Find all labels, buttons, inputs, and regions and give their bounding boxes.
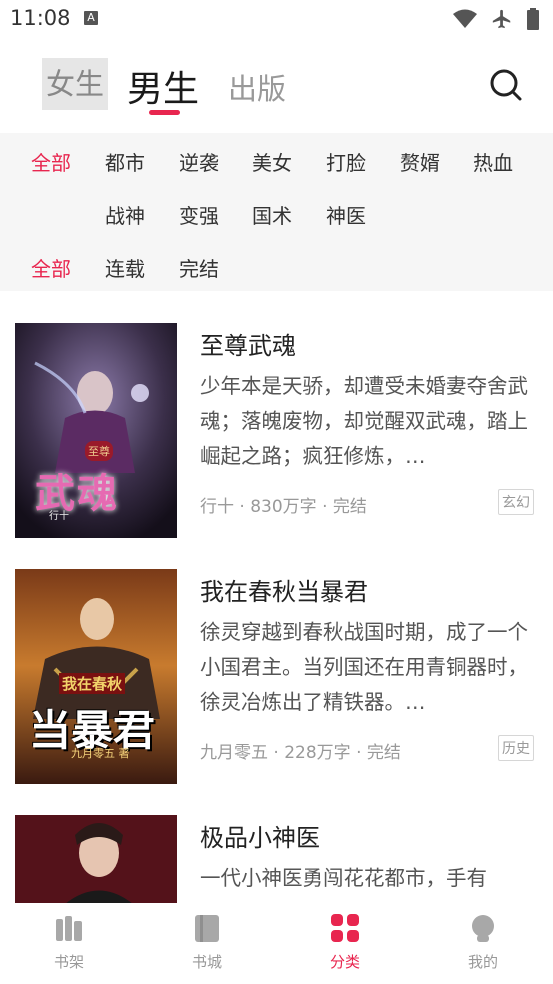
wifi-icon bbox=[453, 9, 477, 28]
book-cover[interactable]: 我在春秋 当暴君 九月零五 著 bbox=[15, 569, 177, 784]
filter-category-item[interactable]: 都市 bbox=[105, 147, 145, 176]
book-cover-art bbox=[15, 815, 177, 904]
bottom-nav: 书架 书城 分类 我的 bbox=[0, 903, 553, 984]
book-meta: 九月零五 · 228万字 · 完结 bbox=[200, 743, 401, 763]
top-tabs: 女生 男生 出版 bbox=[0, 38, 553, 133]
filter-category-item[interactable]: 美女 bbox=[252, 147, 292, 176]
bookshelf-icon bbox=[56, 916, 82, 941]
cover-author: 行十 bbox=[49, 511, 69, 522]
filter-category-item[interactable]: 逆袭 bbox=[179, 147, 219, 176]
book-title[interactable]: 至尊武魂 bbox=[200, 326, 296, 361]
filter-category-item[interactable]: 神医 bbox=[326, 200, 366, 229]
filter-category-item[interactable]: 打脸 bbox=[326, 147, 366, 176]
cover-badge: 我在春秋 bbox=[59, 673, 126, 694]
book-cover[interactable] bbox=[15, 815, 177, 904]
active-tab-indicator bbox=[149, 110, 180, 115]
nav-category[interactable]: 分类 bbox=[315, 913, 375, 972]
filter-status-completed[interactable]: 完结 bbox=[179, 253, 219, 282]
category-icon bbox=[331, 914, 359, 942]
book-description: 一代小神医勇闯花花都市，手有 bbox=[200, 866, 487, 890]
tab-girls[interactable]: 女生 bbox=[42, 58, 108, 110]
cover-author: 九月零五 著 bbox=[71, 747, 130, 760]
tab-boys[interactable]: 男生 bbox=[127, 60, 199, 112]
genre-tag: 历史 bbox=[498, 735, 534, 761]
filter-panel: 全部 都市 逆袭 美女 打脸 赘婿 热血 战神 变强 国术 神医 全部 连载 完… bbox=[0, 133, 553, 291]
nav-bookshelf[interactable]: 书架 bbox=[39, 913, 99, 972]
clock: 11:08 bbox=[10, 6, 71, 30]
filter-category-all[interactable]: 全部 bbox=[31, 147, 71, 176]
status-bar: 11:08 A bbox=[0, 0, 553, 38]
nav-profile[interactable]: 我的 bbox=[453, 913, 513, 972]
book-title[interactable]: 我在春秋当暴君 bbox=[200, 572, 368, 607]
filter-category-item[interactable]: 热血 bbox=[473, 147, 513, 176]
book-cover[interactable]: 至尊 武魂 行十 bbox=[15, 323, 177, 538]
book-description: 少年本是天骄，却遭受未婚妻夺舍武魂；落魄废物，却觉醒双武魂，踏上崛起之路；疯狂修… bbox=[200, 374, 528, 468]
tab-publishing[interactable]: 出版 bbox=[228, 66, 286, 108]
genre-tag: 玄幻 bbox=[498, 489, 534, 515]
book-description: 徐灵穿越到春秋战国时期，成了一个小国君主。当列国还在用青铜器时，徐灵冶炼出了精铁… bbox=[200, 620, 528, 714]
filter-category-item[interactable]: 国术 bbox=[252, 200, 292, 229]
book-title[interactable]: 极品小神医 bbox=[200, 818, 320, 853]
filter-category-item[interactable]: 赘婿 bbox=[400, 147, 440, 176]
nav-label: 我的 bbox=[467, 953, 498, 971]
cover-title: 武魂 bbox=[35, 470, 119, 517]
airplane-icon bbox=[492, 9, 511, 29]
nav-label: 书架 bbox=[53, 953, 84, 971]
book-meta: 行十 · 830万字 · 完结 bbox=[200, 497, 367, 517]
battery-icon bbox=[527, 8, 539, 30]
profile-icon bbox=[472, 915, 494, 942]
search-icon[interactable] bbox=[489, 68, 523, 102]
notification-icon: A bbox=[84, 11, 98, 25]
filter-category-item[interactable]: 变强 bbox=[179, 200, 219, 229]
filter-status-serializing[interactable]: 连载 bbox=[105, 253, 145, 282]
nav-bookstore[interactable]: 书城 bbox=[177, 913, 237, 972]
cover-badge: 至尊 bbox=[85, 441, 113, 461]
filter-category-item[interactable]: 战神 bbox=[105, 200, 145, 229]
bookstore-icon bbox=[195, 915, 219, 942]
nav-label: 分类 bbox=[329, 953, 360, 971]
nav-label: 书城 bbox=[191, 953, 222, 971]
filter-status-all[interactable]: 全部 bbox=[31, 253, 71, 282]
